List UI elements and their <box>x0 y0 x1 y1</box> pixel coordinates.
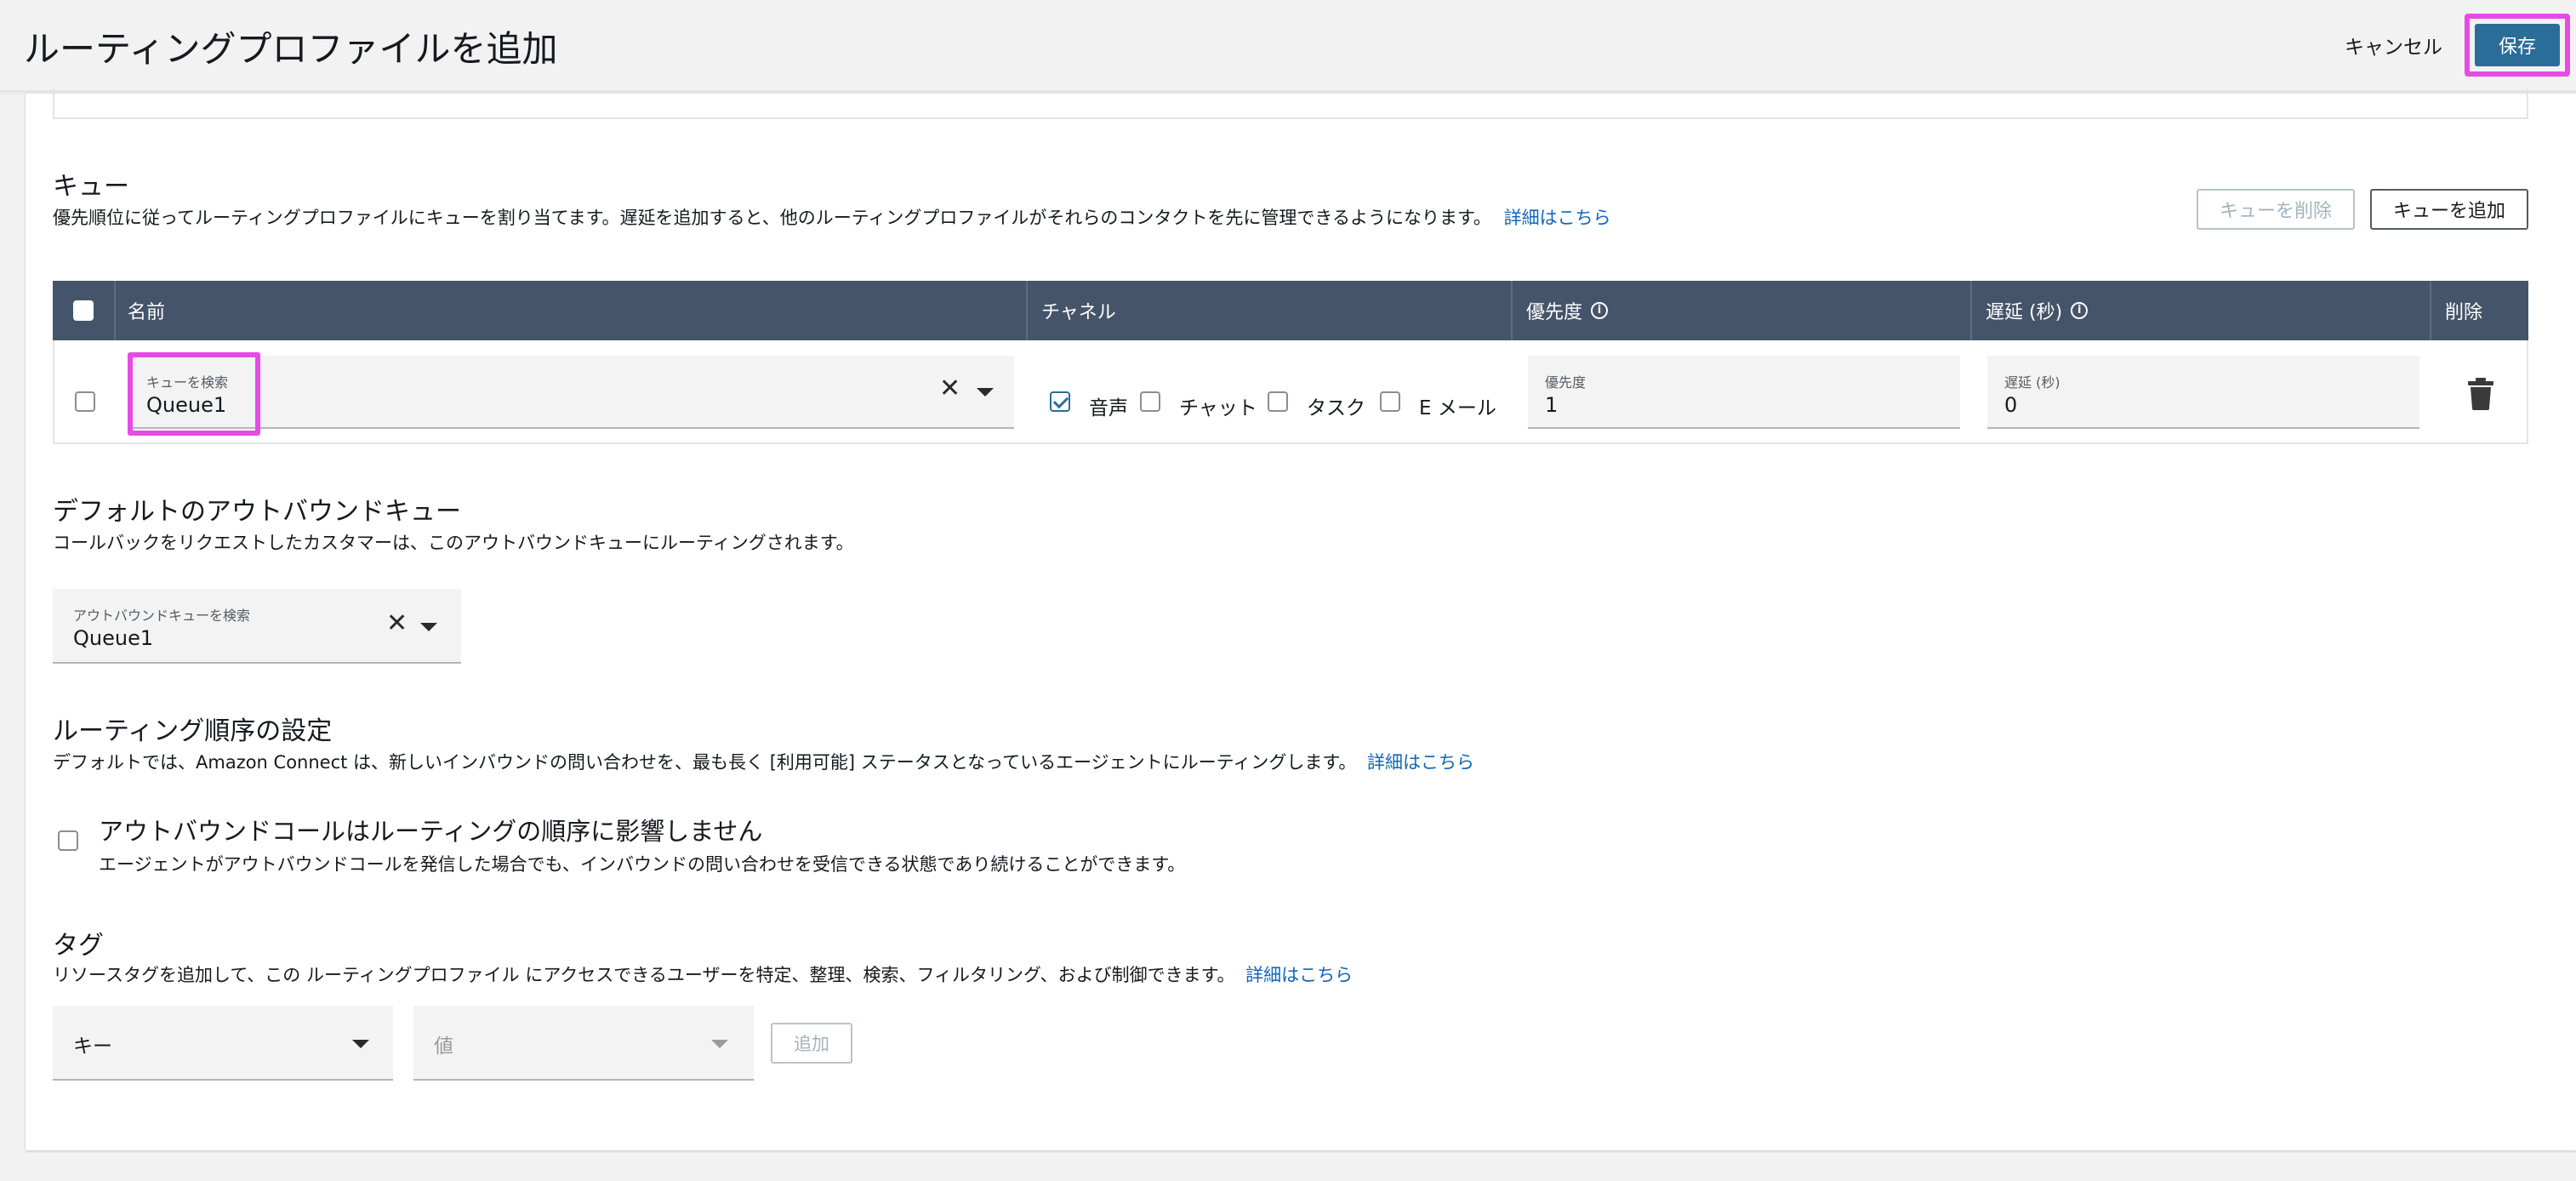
channel-voice-label: 音声 <box>1089 397 1128 419</box>
outbound-routing-option-description: エージェントがアウトバウンドコールを発信した場合でも、インバウンドの問い合わせを… <box>99 854 1186 875</box>
clear-icon[interactable]: ✕ <box>939 376 960 402</box>
queues-learn-more-link[interactable]: 詳細はこちら <box>1504 208 1611 228</box>
delay-header-label: 遅延 (秒) <box>1986 302 2063 323</box>
tags-description-text: リソースタグを追加して、この ルーティングプロファイル にアクセスできるユーザー… <box>53 965 1235 985</box>
outbound-section-title: デフォルトのアウトバウンドキュー <box>53 497 461 527</box>
chevron-down-icon[interactable] <box>420 623 437 631</box>
tags-learn-more-link[interactable]: 詳細はこちら <box>1245 965 1353 985</box>
column-divider <box>114 281 116 340</box>
info-icon[interactable]: i <box>2071 302 2089 319</box>
table-row: キューを検索 Queue1 ✕ 音声 チャット タスク E メール 優先度 1 … <box>53 340 2528 444</box>
channel-chat-checkbox[interactable] <box>1140 391 1160 412</box>
select-all-checkbox[interactable] <box>73 300 94 321</box>
channel-email-checkbox[interactable] <box>1380 391 1400 412</box>
column-header-delete: 削除 <box>2445 302 2483 323</box>
queue-search-highlight <box>128 352 260 436</box>
outbound-description: コールバックをリクエストしたカスタマーは、このアウトバウンドキューにルーティング… <box>53 533 854 553</box>
channel-voice-checkbox[interactable] <box>1050 391 1070 412</box>
routing-order-description-text: デフォルトでは、Amazon Connect は、新しいインバウンドの問い合わせ… <box>53 752 1357 773</box>
channel-chat-label: チャット <box>1179 397 1257 419</box>
queue-table-header: 名前 チャネル 優先度 i 遅延 (秒) i 削除 <box>53 281 2528 340</box>
row-select-checkbox[interactable] <box>75 391 95 412</box>
routing-order-learn-more-link[interactable]: 詳細はこちら <box>1367 752 1474 773</box>
channel-task-checkbox[interactable] <box>1268 391 1288 412</box>
add-queue-button[interactable]: キューを追加 <box>2370 189 2528 230</box>
column-header-priority: 優先度 i <box>1526 281 1609 340</box>
page-title: ルーティングプロファイルを追加 <box>24 28 558 70</box>
remove-queue-button[interactable]: キューを削除 <box>2197 189 2355 230</box>
chevron-down-icon[interactable] <box>977 388 994 397</box>
queue-search-field[interactable]: キューを検索 Queue1 ✕ <box>129 356 1014 429</box>
queues-description-text: 優先順位に従ってルーティングプロファイルにキューを割り当てます。遅延を追加すると… <box>53 208 1491 228</box>
chevron-down-icon[interactable] <box>352 1040 369 1048</box>
clear-icon[interactable]: ✕ <box>386 611 407 636</box>
delay-field-label: 遅延 (秒) <box>2004 374 2060 391</box>
delay-field[interactable]: 遅延 (秒) 0 <box>1987 356 2419 429</box>
tags-description: リソースタグを追加して、この ルーティングプロファイル にアクセスできるユーザー… <box>53 961 1353 987</box>
column-header-delay: 遅延 (秒) i <box>1986 281 2089 340</box>
channel-email-label: E メール <box>1419 397 1496 419</box>
outbound-routing-checkbox[interactable] <box>58 830 78 851</box>
previous-field-border <box>53 88 2528 119</box>
priority-field-label: 優先度 <box>1545 374 1587 391</box>
column-divider <box>1970 281 1972 340</box>
column-header-name: 名前 <box>128 302 166 323</box>
tag-value-select[interactable]: 値 <box>413 1006 754 1081</box>
trash-icon[interactable] <box>2467 378 2494 410</box>
chevron-down-icon <box>711 1040 728 1048</box>
outbound-queue-search-label: アウトバウンドキューを検索 <box>73 608 251 624</box>
priority-field[interactable]: 優先度 1 <box>1528 356 1960 429</box>
tag-value-placeholder: 値 <box>434 1036 453 1058</box>
tag-key-placeholder: キー <box>73 1036 112 1058</box>
channel-task-label: タスク <box>1307 397 1365 419</box>
outbound-routing-option-title: アウトバウンドコールはルーティングの順序に影響しません <box>99 817 763 846</box>
column-divider <box>1511 281 1513 340</box>
column-header-channel: チャネル <box>1041 302 1116 323</box>
priority-header-label: 優先度 <box>1526 302 1583 323</box>
routing-order-section-title: ルーティング順序の設定 <box>53 716 333 746</box>
save-button[interactable]: 保存 <box>2475 24 2560 66</box>
routing-order-description: デフォルトでは、Amazon Connect は、新しいインバウンドの問い合わせ… <box>53 749 1474 774</box>
cancel-button[interactable]: キャンセル <box>2345 31 2442 60</box>
queues-section-title: キュー <box>53 172 129 202</box>
info-icon[interactable]: i <box>1591 302 1609 319</box>
column-divider <box>1026 281 1028 340</box>
tags-section-title: タグ <box>53 931 104 961</box>
outbound-queue-search-value: Queue1 <box>73 626 154 650</box>
delay-field-value: 0 <box>2004 393 2018 417</box>
priority-field-value: 1 <box>1545 393 1559 417</box>
queues-description: 優先順位に従ってルーティングプロファイルにキューを割り当てます。遅延を追加すると… <box>53 204 1611 230</box>
tag-key-select[interactable]: キー <box>53 1006 393 1081</box>
add-tag-button[interactable]: 追加 <box>771 1023 852 1064</box>
select-all-cell <box>73 281 94 340</box>
outbound-queue-search-field[interactable]: アウトバウンドキューを検索 Queue1 ✕ <box>53 589 461 664</box>
column-divider <box>2430 281 2431 340</box>
